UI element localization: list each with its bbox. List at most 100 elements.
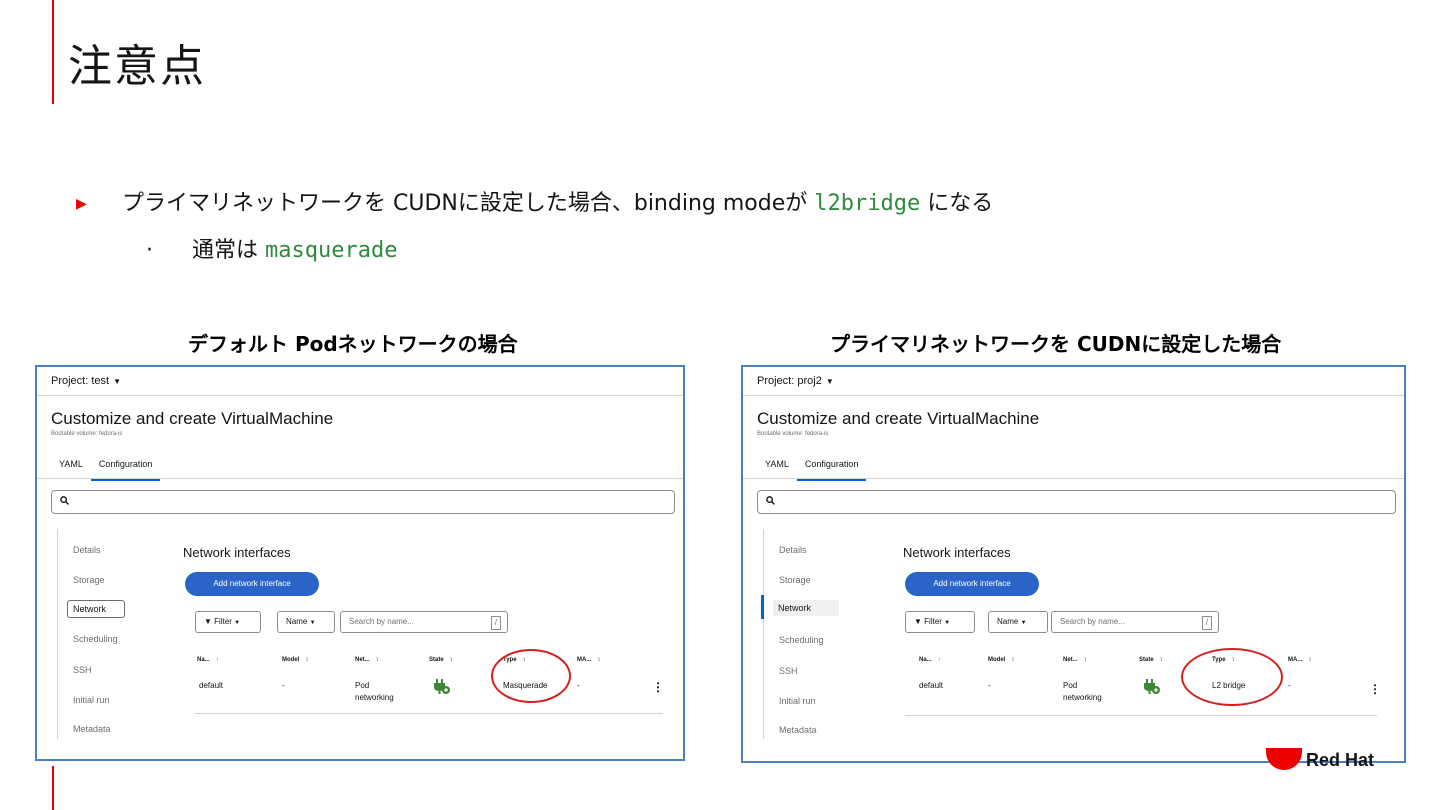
cell-model: - <box>282 681 285 690</box>
caption-default-pod-network: デフォルト Podネットワークの場合 <box>188 332 518 356</box>
project-label: Project: test <box>51 375 110 387</box>
nav-item-network[interactable]: Network <box>67 600 125 618</box>
sort-icon: ↕ <box>375 657 379 663</box>
row-divider <box>195 713 663 714</box>
caret-down-icon: ▼ <box>113 377 121 386</box>
cell-name: default <box>199 681 224 690</box>
column-header-state[interactable]: State ↕ <box>429 657 453 663</box>
filter-label: Filter <box>214 617 232 626</box>
search-placeholder: Search by name... <box>349 617 414 626</box>
red-hat-logo: Red Hat <box>1262 748 1382 772</box>
name-select-label: Name <box>286 617 308 626</box>
search-icon <box>60 496 69 505</box>
cell-network-line1: Pod <box>355 681 370 690</box>
column-header-mac[interactable]: MA... ↕ <box>577 657 600 663</box>
nav-item-initial-run[interactable]: Initial run <box>73 695 110 705</box>
nav-rail <box>763 529 764 739</box>
column-header-network[interactable]: Net... ↕ <box>355 657 379 663</box>
project-selector[interactable]: Project: proj2 ▼ <box>757 375 834 387</box>
kebab-icon[interactable]: ⋮ <box>1369 682 1381 696</box>
search-placeholder: Search by name... <box>1060 617 1125 626</box>
nav-item-ssh[interactable]: SSH <box>779 666 798 676</box>
red-hat-icon <box>1266 748 1302 770</box>
column-label: State <box>1139 657 1154 663</box>
sort-icon: ↕ <box>1159 657 1163 663</box>
column-label: State <box>429 657 444 663</box>
cell-network-line2: networking <box>355 693 394 702</box>
sort-icon: ↕ <box>305 657 309 663</box>
name-select-label: Name <box>997 617 1019 626</box>
page-subtitle: Bootable volume: fedora-is <box>757 431 829 437</box>
caret-down-icon: ▼ <box>234 620 241 626</box>
nav-item-details[interactable]: Details <box>779 545 807 555</box>
nav-item-metadata[interactable]: Metadata <box>779 725 817 735</box>
name-select[interactable]: Name ▼ <box>988 611 1048 633</box>
column-header-name[interactable]: Na... ↑ <box>919 657 941 663</box>
sub-bullet-text: 通常は <box>192 238 265 263</box>
nav-item-scheduling[interactable]: Scheduling <box>779 635 824 645</box>
filter-icon: ▼ <box>914 617 922 626</box>
column-header-state[interactable]: State ↕ <box>1139 657 1163 663</box>
search-by-name-input[interactable]: Search by name... / <box>340 611 508 633</box>
sub-bullet-code-masquerade: masquerade <box>265 238 398 263</box>
section-title: Network interfaces <box>903 545 1011 560</box>
column-header-model[interactable]: Model ↕ <box>282 657 308 663</box>
bullet-text: プライマリネットワークを CUDNに設定した場合、binding modeが <box>122 191 815 216</box>
search-input[interactable] <box>51 490 675 514</box>
cell-name: default <box>919 681 944 690</box>
page-subtitle: Bootable volume: fedora-is <box>51 431 123 437</box>
sort-icon: ↕ <box>1308 657 1312 663</box>
search-input[interactable] <box>757 490 1396 514</box>
bullet-default-mode: · 通常は masquerade <box>146 232 397 264</box>
name-select[interactable]: Name ▼ <box>277 611 335 633</box>
bullet-marker-icon: ▶ <box>76 196 87 212</box>
nav-item-initial-run[interactable]: Initial run <box>779 696 816 706</box>
add-network-interface-button[interactable]: Add network interface <box>905 572 1039 596</box>
column-label: Model <box>988 657 1006 663</box>
plug-icon <box>434 679 450 694</box>
cell-network: Pod networking <box>1063 680 1102 704</box>
column-header-model[interactable]: Model ↕ <box>988 657 1014 663</box>
nav-active-marker <box>761 595 764 619</box>
screenshot-cudn-network: Project: proj2 ▼ Customize and create Vir… <box>741 365 1406 763</box>
sub-bullet-marker-icon: · <box>146 238 153 263</box>
sort-icon: ↕ <box>449 657 453 663</box>
page-heading: Customize and create VirtualMachine <box>51 409 334 428</box>
cell-network-line1: Pod <box>1063 681 1078 690</box>
nav-item-details[interactable]: Details <box>73 545 101 555</box>
nav-item-ssh[interactable]: SSH <box>73 665 92 675</box>
project-selector[interactable]: Project: test ▼ <box>51 375 121 387</box>
bullet-primary-network: ▶ プライマリネットワークを CUDNに設定した場合、binding modeが … <box>76 185 993 217</box>
project-label: Project: proj2 <box>757 375 822 387</box>
kebab-icon[interactable]: ⋮ <box>652 680 664 694</box>
cell-network-line2: networking <box>1063 693 1102 702</box>
nav-item-storage[interactable]: Storage <box>779 575 811 585</box>
highlight-circle <box>491 649 571 703</box>
add-network-interface-button[interactable]: Add network interface <box>185 572 319 596</box>
column-header-name[interactable]: Na... ↑ <box>197 657 219 663</box>
screenshot-default-network: Project: test ▼ Customize and create Virt… <box>35 365 685 761</box>
column-label: MA... <box>577 657 592 663</box>
caption-cudn: プライマリネットワークを CUDNに設定した場合 <box>830 332 1282 356</box>
bullet-code-l2bridge: l2bridge <box>814 191 921 216</box>
nav-item-scheduling[interactable]: Scheduling <box>73 634 118 644</box>
divider <box>37 478 683 479</box>
filter-button[interactable]: ▼ Filter ▼ <box>905 611 975 633</box>
page-heading: Customize and create VirtualMachine <box>757 409 1040 428</box>
column-header-network[interactable]: Net... ↕ <box>1063 657 1087 663</box>
nav-item-storage[interactable]: Storage <box>73 575 105 585</box>
sort-icon: ↕ <box>597 657 601 663</box>
nav-item-metadata[interactable]: Metadata <box>73 724 111 734</box>
column-label: Net... <box>1063 657 1078 663</box>
red-hat-wordmark: Red Hat <box>1306 750 1375 770</box>
divider <box>743 478 1404 479</box>
search-by-name-input[interactable]: Search by name... / <box>1051 611 1219 633</box>
filter-button[interactable]: ▼ Filter ▼ <box>195 611 261 633</box>
filter-label: Filter <box>924 617 942 626</box>
shortcut-hint: / <box>1201 616 1212 630</box>
caret-down-icon: ▼ <box>825 377 834 386</box>
column-header-mac[interactable]: MA... ↕ <box>1288 657 1311 663</box>
title-accent-line <box>52 0 54 104</box>
nav-item-network[interactable]: Network <box>773 600 839 616</box>
filter-icon: ▼ <box>204 617 212 626</box>
